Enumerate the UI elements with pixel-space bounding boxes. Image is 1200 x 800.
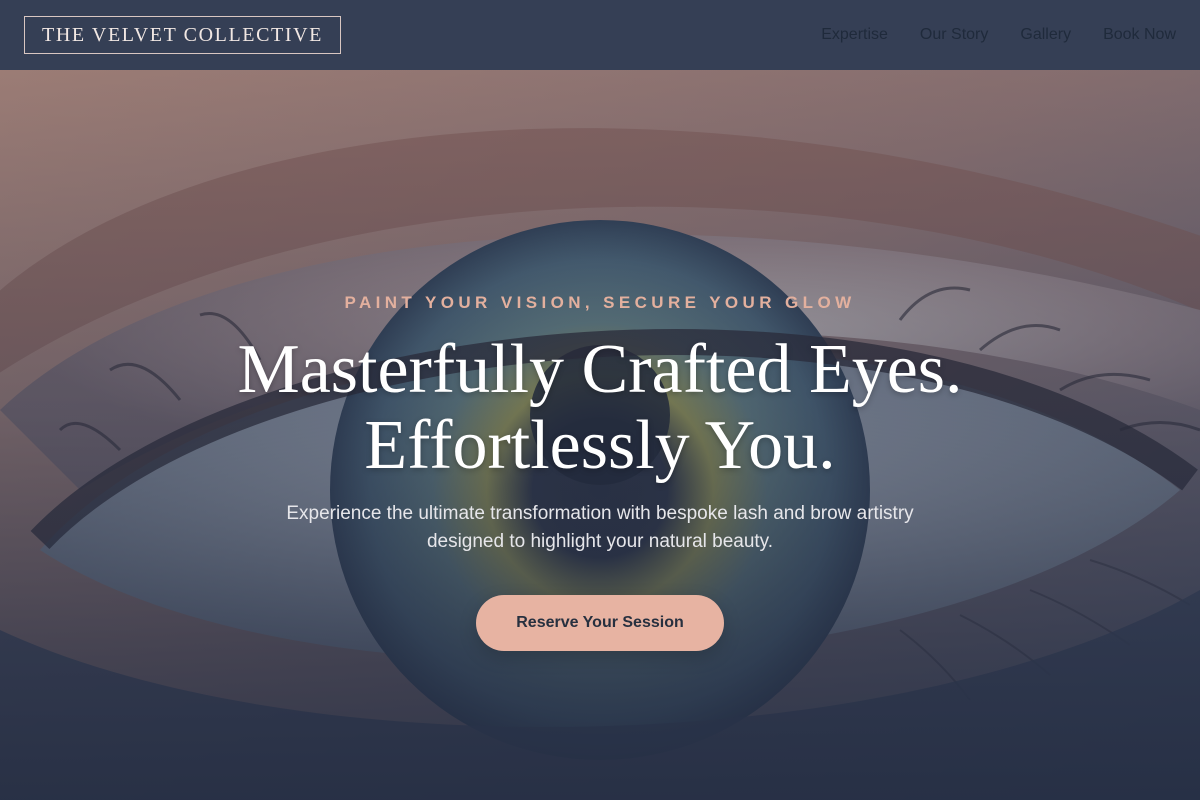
nav-link-expertise[interactable]: Expertise xyxy=(821,26,888,44)
hero-section: PAINT YOUR VISION, SECURE YOUR GLOW Mast… xyxy=(0,70,1200,800)
reserve-session-button[interactable]: Reserve Your Session xyxy=(476,595,724,651)
site-header: THE VELVET COLLECTIVE Expertise Our Stor… xyxy=(0,0,1200,70)
hero-headline: Masterfully Crafted Eyes. Effortlessly Y… xyxy=(100,332,1100,484)
brand-logo[interactable]: THE VELVET COLLECTIVE xyxy=(24,16,341,54)
main-nav: Expertise Our Story Gallery Book Now xyxy=(789,0,1176,70)
nav-link-our-story[interactable]: Our Story xyxy=(920,26,988,44)
nav-link-gallery[interactable]: Gallery xyxy=(1020,26,1071,44)
hero-content: PAINT YOUR VISION, SECURE YOUR GLOW Mast… xyxy=(0,70,1200,800)
hero-headline-line-2: Effortlessly You. xyxy=(364,407,836,484)
hero-headline-line-1: Masterfully Crafted Eyes. xyxy=(237,331,963,408)
hero-eyebrow: PAINT YOUR VISION, SECURE YOUR GLOW xyxy=(344,293,856,312)
hero-description: Experience the ultimate transformation w… xyxy=(286,503,914,552)
nav-link-book-now[interactable]: Book Now xyxy=(1103,26,1176,44)
